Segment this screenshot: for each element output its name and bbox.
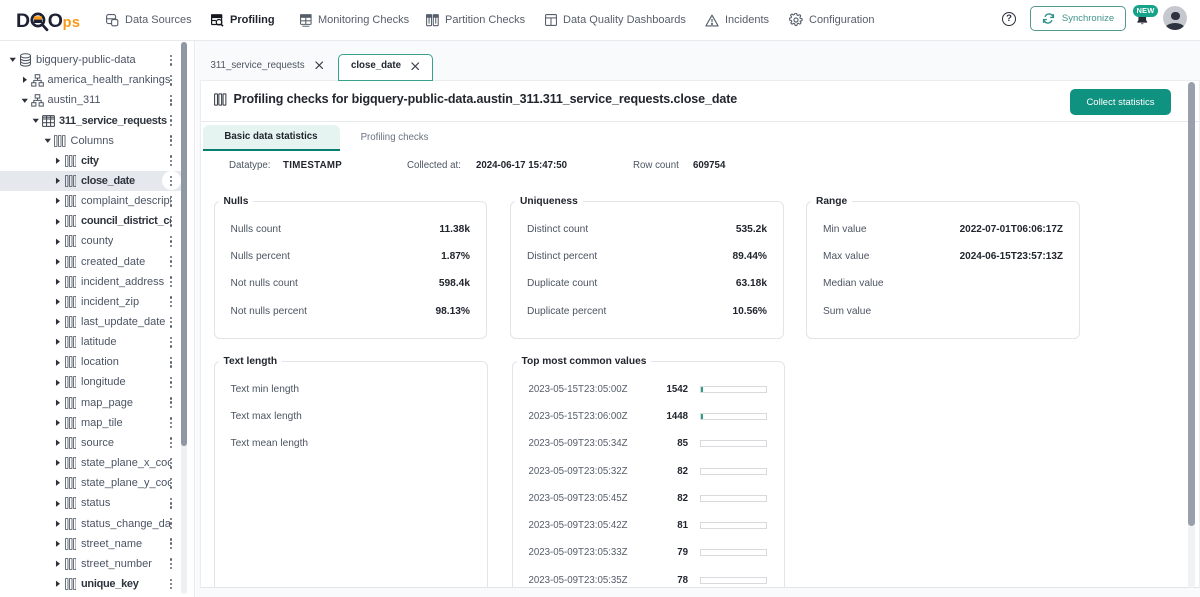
- svg-text:O: O: [48, 10, 63, 32]
- svg-text:ps: ps: [63, 15, 81, 31]
- svg-text:D: D: [16, 10, 30, 32]
